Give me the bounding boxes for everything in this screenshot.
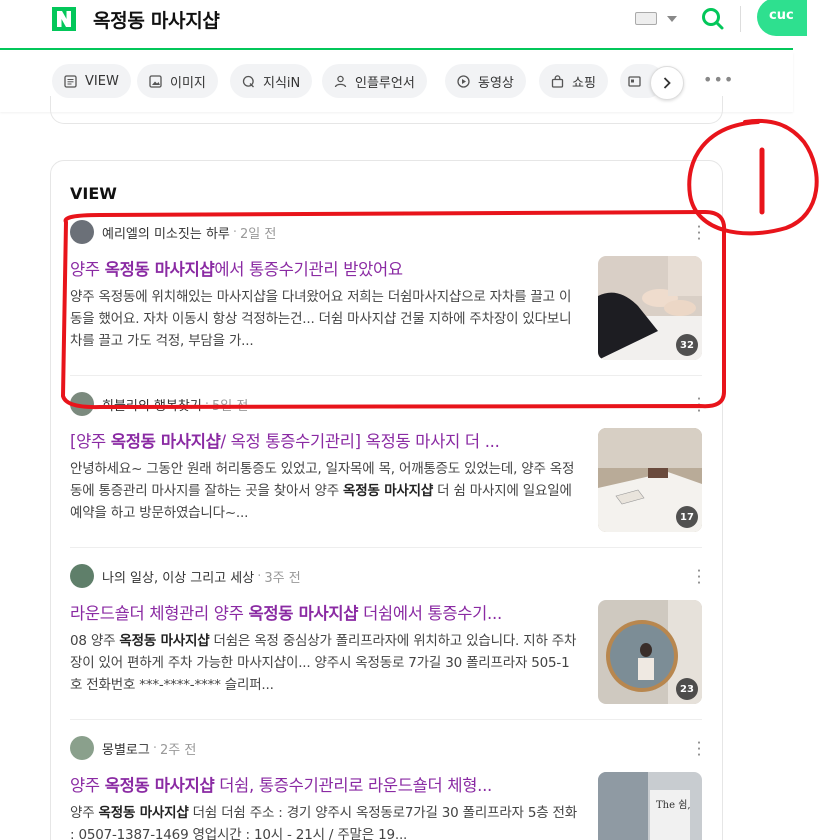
divider xyxy=(70,375,702,376)
post-title[interactable]: 양주 옥정동 마사지샵에서 통증수기관리 받았어요 xyxy=(70,256,578,280)
svg-text:The 쉼,: The 쉼, xyxy=(656,799,691,811)
more-tabs-icon[interactable]: ••• xyxy=(703,70,734,89)
storefront-photo: The 쉼, xyxy=(598,772,702,840)
view-post[interactable]: 몽별로그 · 2주 전 · · · 양주 옥정동 마사지샵 더쉼, 통증수기관리로 … xyxy=(70,736,702,840)
tab-view[interactable]: VIEW xyxy=(52,64,131,98)
dot-separator: · xyxy=(257,568,262,584)
tab-label: 이미지 xyxy=(170,75,206,91)
view-post[interactable]: 희블리의 행복찾기 · 5일 전 · · · [양주 옥정동 마사지샵/ 옥정 통증… xyxy=(70,392,702,552)
search-query-text[interactable]: 옥정동 마사지샵 xyxy=(93,6,220,33)
more-options-icon[interactable]: · · · xyxy=(696,392,702,419)
post-time: 5일 전 xyxy=(211,398,249,414)
more-options-icon[interactable]: · · · xyxy=(696,564,702,591)
divider xyxy=(70,719,702,720)
keyboard-icon[interactable] xyxy=(635,12,657,25)
tab-label: VIEW xyxy=(85,73,119,89)
post-description[interactable]: 08 양주 옥정동 마사지샵 더쉼은 옥정 중심상가 폴리프라자에 위치하고 있… xyxy=(70,630,580,696)
tab-label: 쇼핑 xyxy=(572,75,596,91)
section-title: VIEW xyxy=(70,184,117,203)
avatar[interactable] xyxy=(70,392,94,416)
post-description[interactable]: 양주 옥정동에 위치해있는 마사지샵을 다녀왔어요 저희는 더쉼마사지샵으로 자… xyxy=(70,286,580,352)
chevron-down-icon[interactable] xyxy=(667,16,677,22)
post-thumbnail[interactable]: 23 xyxy=(598,600,702,704)
tab-influencer[interactable]: 인플루언서 xyxy=(322,64,427,98)
post-thumbnail[interactable]: The 쉼, xyxy=(598,772,702,840)
tab-label: 동영상 xyxy=(478,75,514,91)
author-name[interactable]: 몽별로그 xyxy=(102,739,150,758)
image-count-badge: 17 xyxy=(676,506,698,528)
bag-icon xyxy=(551,74,564,88)
naver-logo-icon[interactable] xyxy=(52,7,76,31)
view-post[interactable]: 예리엘의 미소짓는 하루 · 2일 전 · · · 양주 옥정동 마사지샵에서 통증… xyxy=(70,220,702,380)
post-title[interactable]: [양주 옥정동 마사지샵/ 옥정 통증수기관리] 옥정동 마사지 더 ... xyxy=(70,428,578,452)
tabs-next-button[interactable] xyxy=(650,66,684,100)
chevron-right-icon xyxy=(663,77,671,89)
header-divider xyxy=(740,6,741,32)
tab-label: 지식iN xyxy=(263,75,301,91)
q-icon xyxy=(242,75,254,87)
more-options-icon[interactable]: · · · xyxy=(696,220,702,247)
previous-section-card xyxy=(50,96,723,124)
more-options-icon[interactable]: · · · xyxy=(696,736,702,763)
document-icon xyxy=(64,74,77,88)
author-name[interactable]: 희블리의 행복찾기 xyxy=(102,395,202,414)
post-time: 3주 전 xyxy=(264,570,301,586)
tab-shopping[interactable]: 쇼핑 xyxy=(539,64,608,98)
view-post[interactable]: 나의 일상, 이상 그리고 세상 · 3주 전 · · · 라운드숄더 체형관리 양… xyxy=(70,564,702,724)
image-count-badge: 23 xyxy=(676,678,698,700)
post-title[interactable]: 라운드숄더 체형관리 양주 옥정동 마사지샵 더쉼에서 통증수기... xyxy=(70,600,578,624)
tab-video[interactable]: 동영상 xyxy=(445,64,526,98)
news-icon xyxy=(628,75,641,87)
post-author-row[interactable]: 몽별로그 · 2주 전 xyxy=(70,736,196,760)
image-count-badge: 32 xyxy=(676,334,698,356)
dot-separator: · xyxy=(232,224,238,240)
search-header: 옥정동 마사지샵 cuc xyxy=(0,0,807,50)
person-icon xyxy=(334,75,347,87)
post-time: 2일 전 xyxy=(240,226,277,242)
author-name[interactable]: 예리엘의 미소짓는 하루 xyxy=(102,223,230,242)
tab-image[interactable]: 이미지 xyxy=(137,64,218,98)
post-author-row[interactable]: 예리엘의 미소짓는 하루 · 2일 전 xyxy=(70,220,276,244)
post-author-row[interactable]: 희블리의 행복찾기 · 5일 전 xyxy=(70,392,248,416)
post-time: 2주 전 xyxy=(159,742,197,758)
post-author-row[interactable]: 나의 일상, 이상 그리고 세상 · 3주 전 xyxy=(70,564,301,588)
play-icon xyxy=(457,74,470,88)
post-description[interactable]: 양주 옥정동 마사지샵 더쉼 더쉼 주소 : 경기 양주시 옥정동로7가길 30… xyxy=(70,802,580,840)
post-description[interactable]: 안녕하세요~ 그동안 원래 허리통증도 있었고, 일자목에 목, 어깨통증도 있… xyxy=(70,458,580,524)
avatar[interactable] xyxy=(70,736,94,760)
dot-separator: · xyxy=(152,740,157,756)
post-title[interactable]: 양주 옥정동 마사지샵 더쉼, 통증수기관리로 라운드숄더 체형... xyxy=(70,772,578,796)
image-icon xyxy=(149,74,162,88)
avatar[interactable] xyxy=(70,564,94,588)
avatar[interactable] xyxy=(70,220,94,244)
search-icon[interactable] xyxy=(700,6,726,32)
divider xyxy=(70,547,702,548)
post-thumbnail[interactable]: 17 xyxy=(598,428,702,532)
account-button[interactable]: cuc xyxy=(757,0,807,36)
tab-kin[interactable]: 지식iN xyxy=(230,64,313,98)
dot-separator: · xyxy=(204,396,209,412)
post-thumbnail[interactable]: 32 xyxy=(598,256,702,360)
author-name[interactable]: 나의 일상, 이상 그리고 세상 xyxy=(102,567,254,586)
tab-label: 인플루언서 xyxy=(355,75,415,91)
